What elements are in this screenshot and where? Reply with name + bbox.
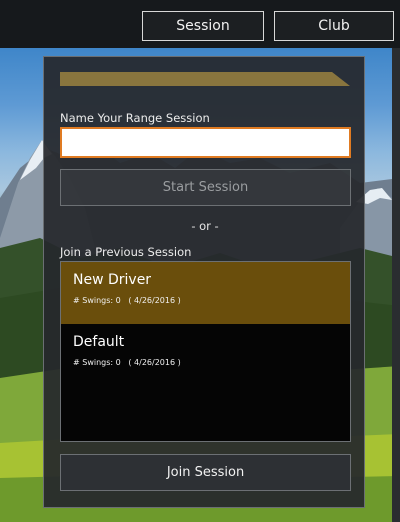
session-name: Default	[73, 334, 125, 350]
session-date: ( 4/26/2016 )	[128, 296, 181, 305]
session-date: ( 4/26/2016 )	[128, 358, 181, 367]
tab-club[interactable]: Club	[274, 11, 394, 41]
list-item[interactable]: New Driver # Swings: 0 ( 4/26/2016 )	[61, 262, 350, 324]
swing-count: # Swings: 0	[73, 296, 121, 305]
start-session-button[interactable]: Start Session	[60, 169, 351, 206]
join-session-button[interactable]: Join Session	[60, 454, 351, 491]
or-divider: - or -	[191, 219, 219, 233]
top-bar: Session Club	[0, 0, 400, 48]
list-item[interactable]: Default # Swings: 0 ( 4/26/2016 )	[61, 324, 350, 386]
previous-session-label: Join a Previous Session	[60, 245, 192, 259]
session-name: New Driver	[73, 272, 152, 288]
swing-count: # Swings: 0	[73, 358, 121, 367]
logo-banner	[60, 72, 350, 86]
session-meta: # Swings: 0 ( 4/26/2016 )	[73, 296, 338, 305]
session-name-input[interactable]	[60, 127, 351, 158]
name-session-label: Name Your Range Session	[60, 111, 210, 125]
session-list[interactable]: New Driver # Swings: 0 ( 4/26/2016 ) Def…	[60, 261, 351, 442]
right-edge-bar	[392, 48, 400, 522]
tab-session[interactable]: Session	[142, 11, 264, 41]
session-meta: # Swings: 0 ( 4/26/2016 )	[73, 358, 338, 367]
session-panel: Name Your Range Session Start Session - …	[43, 56, 365, 508]
